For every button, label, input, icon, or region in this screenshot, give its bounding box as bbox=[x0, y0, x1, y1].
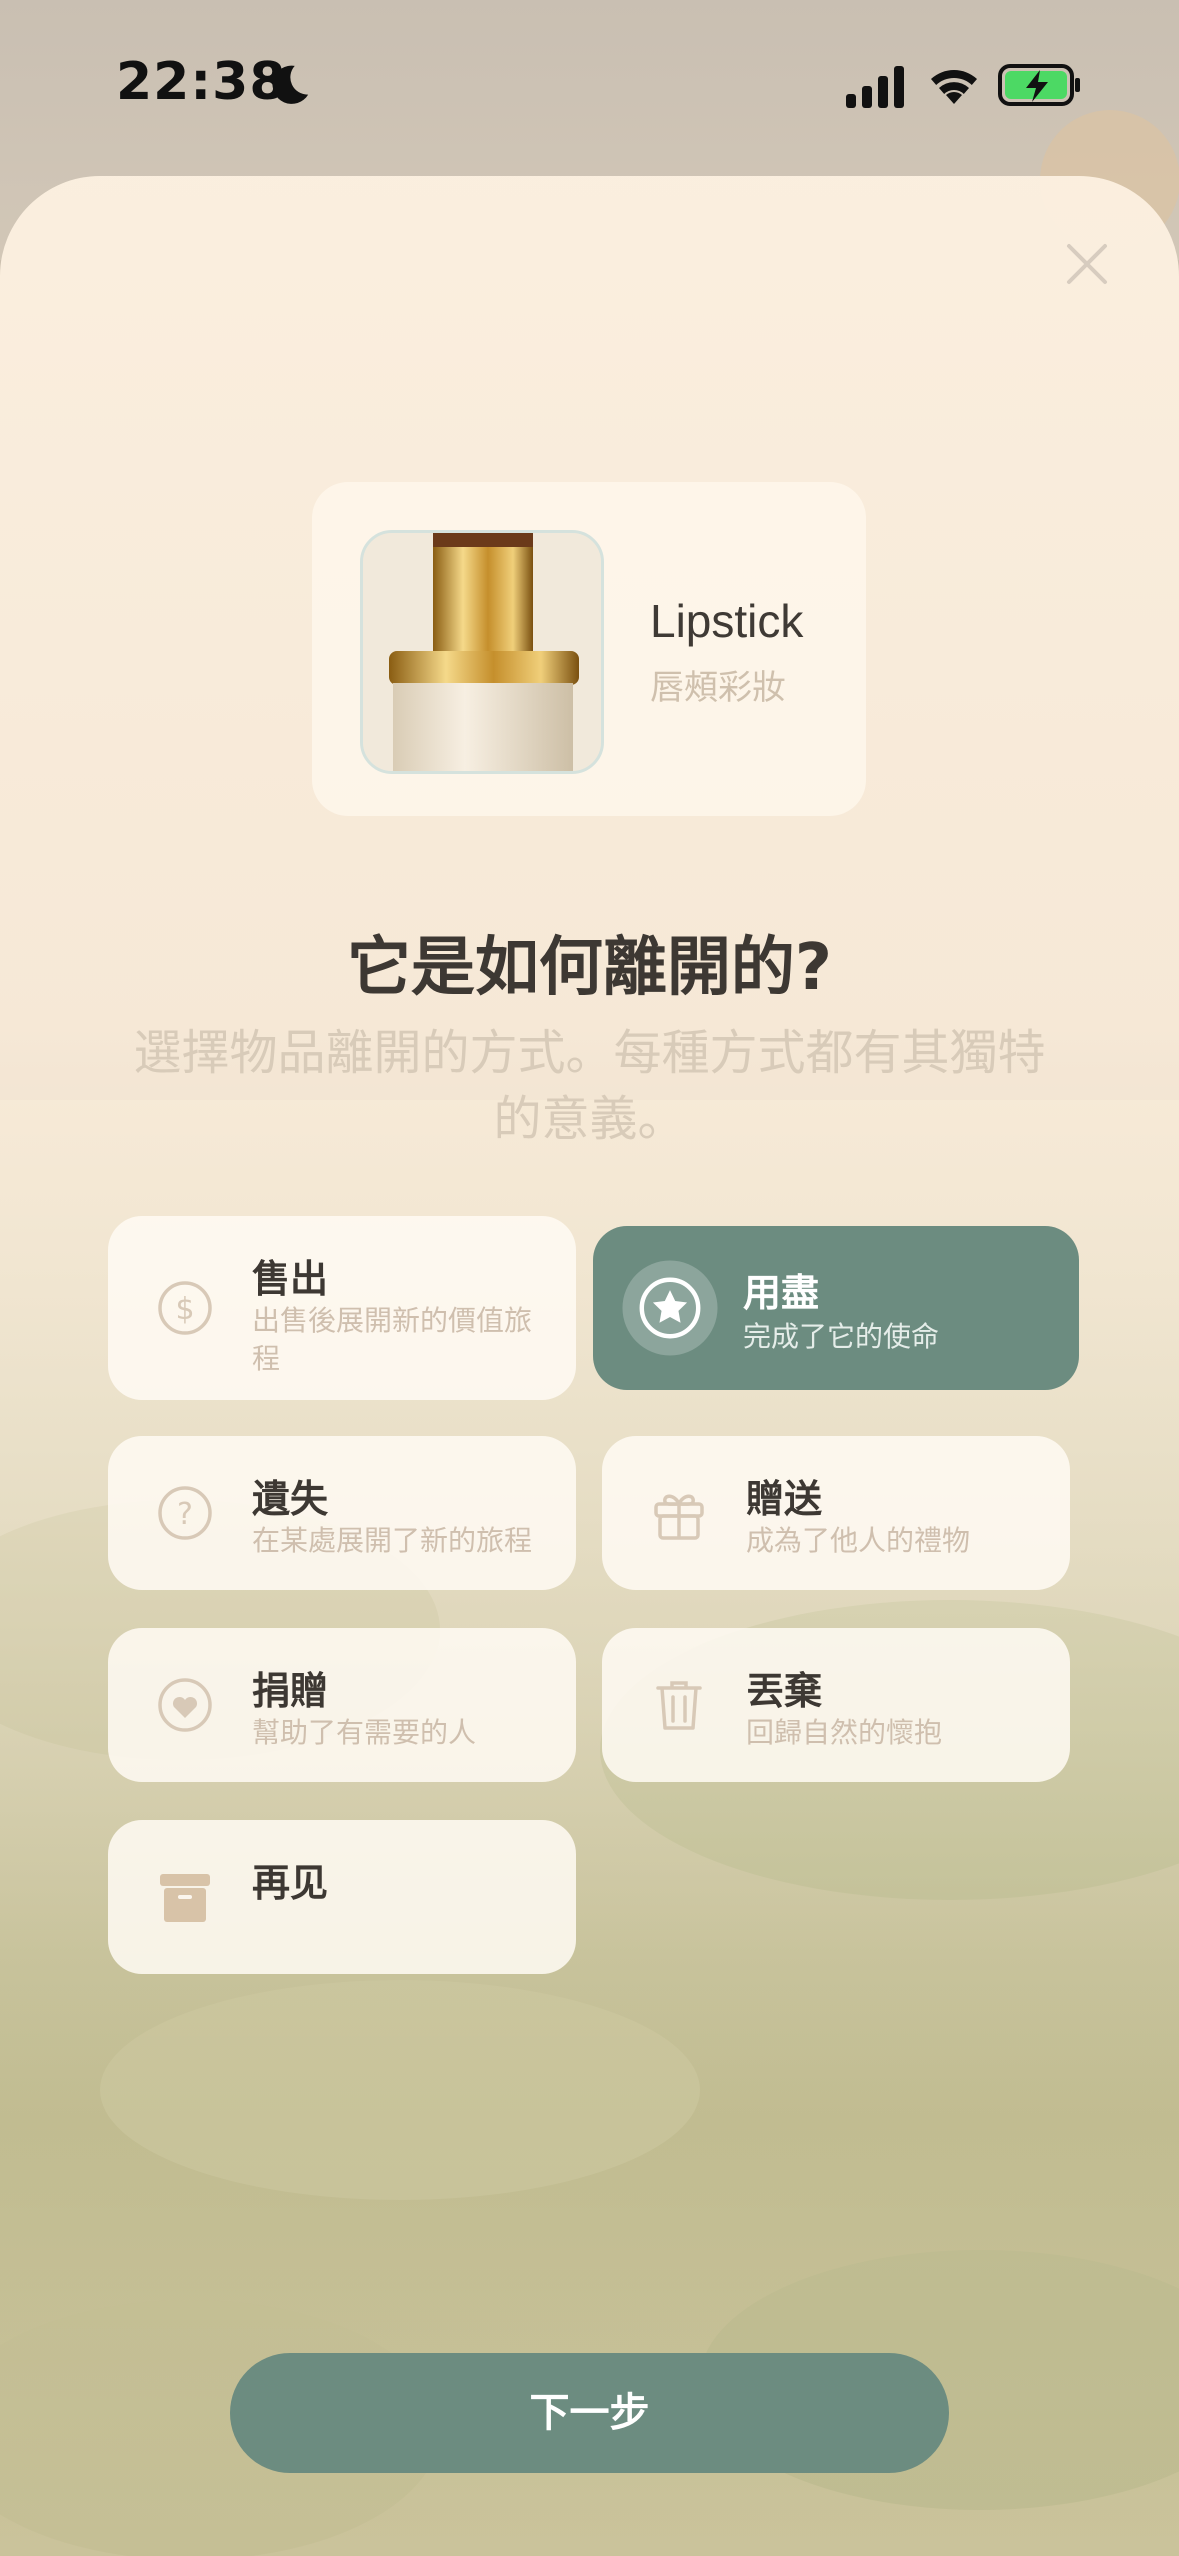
status-time: 22:38 bbox=[116, 52, 287, 112]
option-title: 再见 bbox=[252, 1861, 329, 1905]
item-thumbnail bbox=[360, 530, 604, 774]
option-donate[interactable]: 捐贈 幫助了有需要的人 bbox=[108, 1628, 576, 1782]
battery-charging-icon bbox=[998, 64, 1080, 106]
option-lost[interactable]: ? 遺失 在某處展開了新的旅程 bbox=[108, 1436, 576, 1590]
option-desc: 完成了它的使命 bbox=[743, 1320, 940, 1353]
trash-icon bbox=[656, 1681, 702, 1730]
option-title: 贈送 bbox=[746, 1477, 823, 1521]
question-title: 它是如何離開的? bbox=[346, 931, 833, 1005]
option-desc: 幫助了有需要的人 bbox=[252, 1716, 477, 1749]
option-gift[interactable]: 贈送 成為了他人的禮物 bbox=[602, 1436, 1070, 1590]
option-title: 遺失 bbox=[252, 1477, 329, 1521]
wifi-icon bbox=[931, 70, 977, 104]
item-summary-card: Lipstick 唇頰彩妝 bbox=[312, 482, 866, 816]
moon-icon bbox=[272, 65, 309, 104]
gift-icon bbox=[654, 1494, 704, 1540]
option-title: 用盡 bbox=[743, 1271, 820, 1315]
option-sold[interactable]: $ 售出 出售後展開新的價值旅程 bbox=[108, 1216, 576, 1400]
item-name: Lipstick bbox=[650, 595, 804, 647]
item-category: 唇頰彩妝 bbox=[650, 668, 786, 708]
star-icon bbox=[622, 1260, 718, 1356]
option-used-up[interactable]: 用盡 完成了它的使命 bbox=[593, 1226, 1079, 1390]
heart-icon bbox=[158, 1678, 212, 1732]
archive-icon bbox=[160, 1874, 210, 1922]
option-desc: 成為了他人的禮物 bbox=[746, 1524, 971, 1557]
status-bar: 22:38 bbox=[0, 0, 1179, 175]
option-desc: 在某處展開了新的旅程 bbox=[252, 1524, 533, 1557]
svg-text:?: ? bbox=[177, 1497, 193, 1532]
svg-text:$: $ bbox=[175, 1292, 194, 1327]
dollar-icon: $ bbox=[158, 1281, 212, 1335]
next-button[interactable]: 下一步 bbox=[230, 2353, 949, 2473]
question-subtitle: 選擇物品離開的方式。每種方式都有其獨特的意義。 bbox=[133, 1025, 1046, 1147]
option-farewell[interactable]: 再见 bbox=[108, 1820, 576, 1974]
option-title: 丟棄 bbox=[746, 1669, 823, 1713]
option-desc: 回歸自然的懷抱 bbox=[746, 1716, 943, 1749]
option-title: 售出 bbox=[252, 1257, 329, 1301]
option-title: 捐贈 bbox=[252, 1669, 329, 1713]
option-desc: 出售後展開新的價值旅程 bbox=[252, 1304, 533, 1375]
signal-icon bbox=[846, 66, 904, 108]
close-icon[interactable] bbox=[1065, 242, 1109, 286]
question-icon: ? bbox=[158, 1486, 212, 1540]
leave-method-sheet: Lipstick 唇頰彩妝 它是如何離開的? 選擇物品離開的方式。每種方式都有其… bbox=[0, 176, 1179, 2556]
option-discard[interactable]: 丟棄 回歸自然的懷抱 bbox=[602, 1628, 1070, 1782]
